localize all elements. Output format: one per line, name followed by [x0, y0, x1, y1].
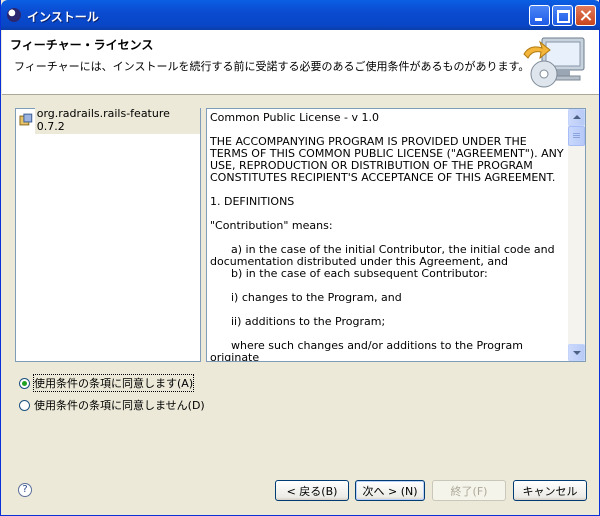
install-window: インストール フィーチャー・ライセンス フィーチャーには、インストールを続行する…	[0, 0, 600, 516]
help-icon[interactable]: ?	[18, 483, 32, 497]
accept-radio[interactable]: 使用条件の条項に同意します(A)	[19, 374, 195, 392]
wizard-header: フィーチャー・ライセンス フィーチャーには、インストールを続行する前に受諾する必…	[2, 30, 599, 95]
scroll-thumb[interactable]	[568, 126, 585, 146]
maximize-button[interactable]	[552, 5, 573, 26]
install-wizard-icon	[523, 37, 585, 88]
page-description: フィーチャーには、インストールを続行する前に受諾する必要のあるご使用条件があるも…	[14, 60, 530, 73]
scroll-down-button[interactable]	[568, 344, 585, 361]
decline-radio-label: 使用条件の条項に同意しません(D)	[34, 399, 205, 412]
page-title: フィーチャー・ライセンス	[10, 38, 154, 52]
cancel-button[interactable]: キャンセル	[513, 480, 587, 501]
license-scrollbar[interactable]	[568, 109, 585, 361]
title-bar[interactable]: インストール	[1, 0, 600, 30]
list-item[interactable]: org.radrails.rails-feature 0.7.2	[19, 106, 200, 134]
finish-button[interactable]: 終了(F)	[432, 480, 506, 501]
feature-plugin-icon	[19, 113, 33, 126]
next-button[interactable]: 次へ > (N)	[355, 480, 425, 501]
accept-radio-indicator[interactable]	[19, 377, 30, 389]
decline-radio[interactable]: 使用条件の条項に同意しません(D)	[19, 397, 205, 413]
back-button[interactable]: < 戻る(B)	[275, 480, 349, 501]
feature-list[interactable]: org.radrails.rails-feature 0.7.2	[15, 106, 201, 362]
license-text-area[interactable]: Common Public License - v 1.0 THE ACCOMP…	[206, 108, 586, 362]
minimize-button[interactable]	[529, 5, 550, 26]
accept-radio-label: 使用条件の条項に同意します(A)	[32, 374, 195, 392]
close-button[interactable]	[575, 5, 596, 26]
window-title: インストール	[27, 10, 99, 24]
decline-radio-indicator[interactable]	[19, 399, 30, 411]
scroll-up-button[interactable]	[568, 109, 585, 126]
license-text: Common Public License - v 1.0 THE ACCOMP…	[210, 111, 564, 362]
eclipse-icon	[7, 8, 21, 22]
feature-label: org.radrails.rails-feature 0.7.2	[34, 106, 200, 134]
